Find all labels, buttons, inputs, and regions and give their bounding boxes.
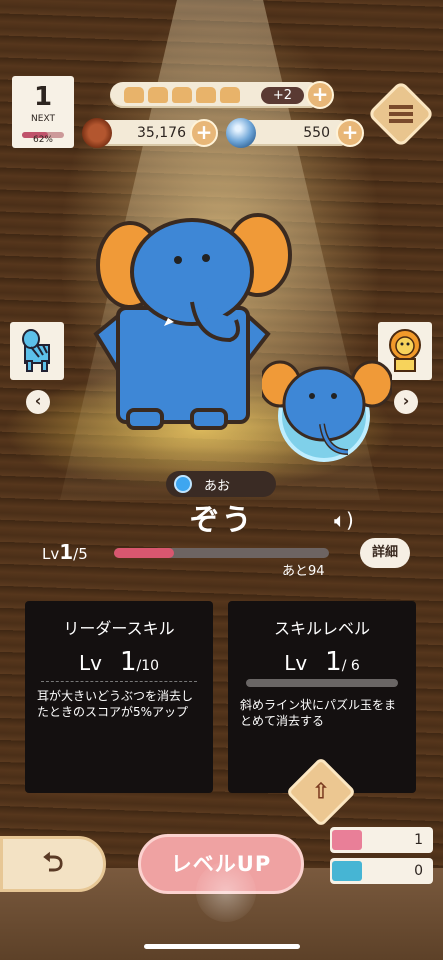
sparkle-effect <box>196 862 256 922</box>
prev-arrow-button[interactable]: ‹ <box>26 390 50 414</box>
paw-icon <box>220 87 240 103</box>
rank-progress-text: 62% <box>32 135 53 145</box>
paw-icon <box>196 87 216 103</box>
home-indicator[interactable] <box>144 944 300 949</box>
paw-icon <box>124 87 144 103</box>
leader-skill-level: Lv 1/10 <box>37 647 201 677</box>
add-stamina-button[interactable]: + <box>306 81 334 109</box>
coin-icon <box>82 118 112 148</box>
prev-animal-thumb[interactable] <box>10 322 64 380</box>
attribute-label: あお <box>204 478 231 494</box>
next-label: NEXT <box>31 114 55 124</box>
pink-ticket-counter: 1 <box>330 827 433 853</box>
paw-icon <box>172 87 192 103</box>
stamina-bar: +2 <box>110 82 322 108</box>
lv-max: / 6 <box>341 658 360 674</box>
gem-value: 550 <box>303 125 330 141</box>
leader-skill-description: 耳が大きいどうぶつを消去したときのスコアが5%アップ <box>37 689 194 719</box>
blue-ticket-counter: 0 <box>330 858 433 884</box>
level-value: 1 <box>59 540 74 564</box>
next-arrow-button[interactable]: › <box>394 390 418 414</box>
paw-icon <box>148 87 168 103</box>
elephant-skill-icon <box>262 360 392 462</box>
arrow-up-icon: ⇧ <box>311 779 331 805</box>
zebra-icon <box>22 329 50 372</box>
skill-progress-bar <box>246 679 398 687</box>
back-button[interactable]: ⮌ <box>0 836 106 892</box>
pink-ticket-value: 1 <box>414 832 423 848</box>
attribute-badge: あお <box>166 471 276 497</box>
character-name: ぞう <box>189 503 254 538</box>
add-gems-button[interactable]: + <box>336 119 364 147</box>
speaker-icon[interactable]: 🔈︎) <box>334 508 354 532</box>
gem-counter: 550 <box>226 118 352 148</box>
character-level: Lv1/5 <box>42 540 88 564</box>
pink-ticket-icon <box>332 830 362 850</box>
leader-skill-title: リーダースキル <box>63 619 175 638</box>
blue-ticket-value: 0 <box>414 863 423 879</box>
blue-ticket-icon <box>332 861 362 881</box>
leader-skill-panel: リーダースキル Lv 1/10 耳が大きいどうぶつを消去したときのスコアが5%アッ… <box>25 601 213 793</box>
gem-icon <box>226 118 256 148</box>
hamburger-icon <box>389 105 413 123</box>
xp-remaining: あと94 <box>282 564 325 579</box>
skill-level-value: Lv 1/ 6 <box>240 647 404 677</box>
skill-level-description: 斜めライン状にパズル玉をまとめて消去する <box>240 698 397 728</box>
detail-button[interactable]: 詳細 <box>360 538 410 568</box>
lv-value: 1 <box>119 647 137 677</box>
divider <box>41 681 197 682</box>
lv-value: 1 <box>325 647 342 677</box>
lv-max: /10 <box>136 658 160 674</box>
level-max: /5 <box>73 545 88 563</box>
rank-card[interactable]: 1 NEXT 62% <box>12 76 74 148</box>
rank-value: 1 <box>33 82 53 112</box>
lv-label: Lv <box>284 651 308 675</box>
skill-level-title: スキルレベル <box>273 619 370 638</box>
blue-attribute-icon <box>174 475 192 493</box>
add-coins-button[interactable]: + <box>190 119 218 147</box>
xp-progress-bar <box>114 548 329 558</box>
stamina-extra: +2 <box>260 86 304 104</box>
level-prefix: Lv <box>42 545 60 563</box>
coin-value: 35,176 <box>137 125 186 141</box>
lv-label: Lv <box>78 651 102 675</box>
